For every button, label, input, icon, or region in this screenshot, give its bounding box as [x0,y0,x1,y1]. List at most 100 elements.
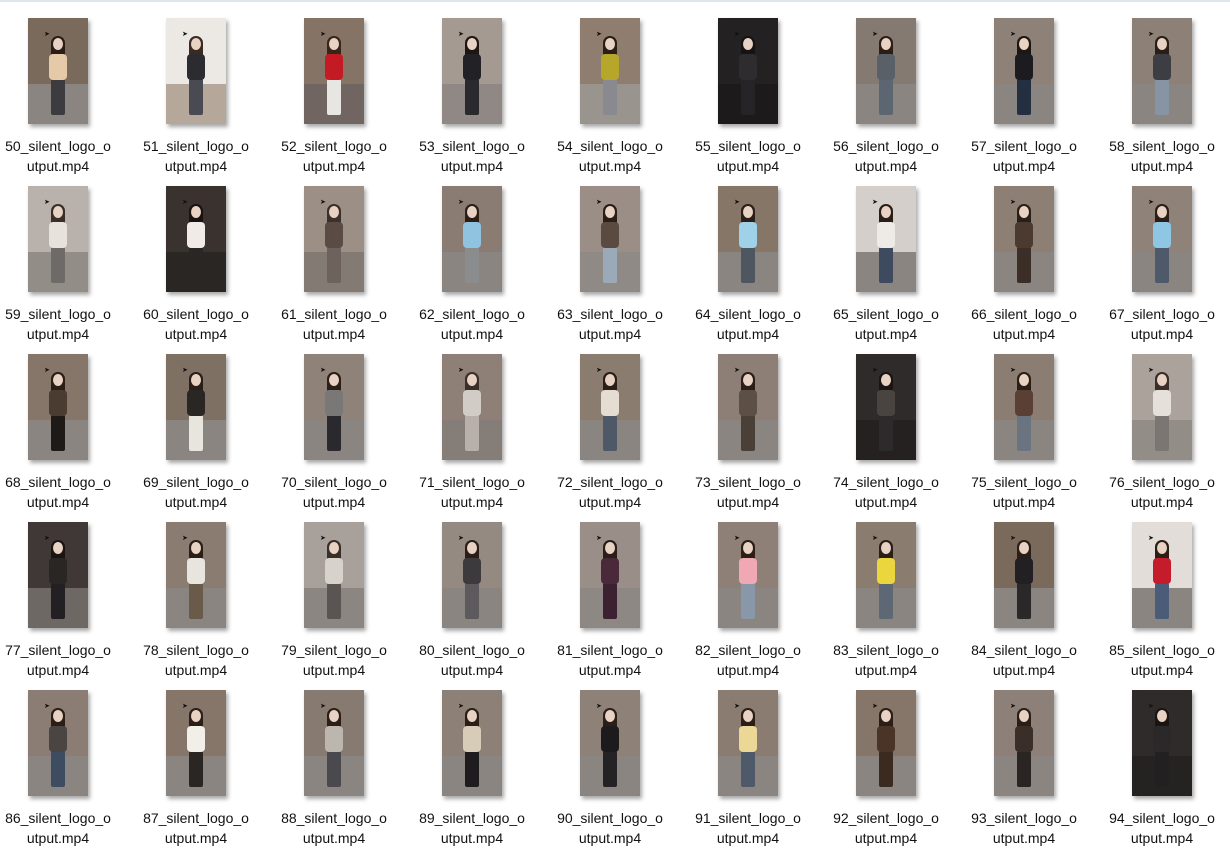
file-item[interactable]: ➤ 72_silent_logo_o utput.mp4 [545,336,675,510]
video-thumbnail[interactable]: ➤ [166,18,226,124]
video-thumbnail[interactable]: ➤ [856,354,916,460]
file-item[interactable]: ➤ 65_silent_logo_o utput.mp4 [821,168,951,342]
file-item[interactable]: ➤ 63_silent_logo_o utput.mp4 [545,168,675,342]
video-thumbnail[interactable]: ➤ [28,690,88,796]
video-thumbnail[interactable]: ➤ [856,690,916,796]
file-item[interactable]: ➤ 84_silent_logo_o utput.mp4 [959,504,1089,678]
video-thumbnail[interactable]: ➤ [304,690,364,796]
file-item[interactable]: ➤ 88_silent_logo_o utput.mp4 [269,672,399,846]
file-item[interactable]: ➤ 73_silent_logo_o utput.mp4 [683,336,813,510]
file-item[interactable]: ➤ 70_silent_logo_o utput.mp4 [269,336,399,510]
video-thumbnail[interactable]: ➤ [28,522,88,628]
video-thumbnail[interactable]: ➤ [856,522,916,628]
file-item[interactable]: ➤ 78_silent_logo_o utput.mp4 [131,504,261,678]
video-thumbnail[interactable]: ➤ [442,354,502,460]
video-thumbnail[interactable]: ➤ [994,354,1054,460]
video-thumbnail[interactable]: ➤ [856,18,916,124]
file-item[interactable]: ➤ 92_silent_logo_o utput.mp4 [821,672,951,846]
file-name[interactable]: 88_silent_logo_o utput.mp4 [269,808,399,848]
video-thumbnail[interactable]: ➤ [1132,354,1192,460]
file-item[interactable]: ➤ 52_silent_logo_o utput.mp4 [269,0,399,174]
file-item[interactable]: ➤ 55_silent_logo_o utput.mp4 [683,0,813,174]
file-item[interactable]: ➤ 90_silent_logo_o utput.mp4 [545,672,675,846]
file-item[interactable]: ➤ 50_silent_logo_o utput.mp4 [0,0,123,174]
video-thumbnail[interactable]: ➤ [1132,690,1192,796]
file-item[interactable]: ➤ 59_silent_logo_o utput.mp4 [0,168,123,342]
file-name[interactable]: 91_silent_logo_o utput.mp4 [683,808,813,848]
file-item[interactable]: ➤ 68_silent_logo_o utput.mp4 [0,336,123,510]
file-item[interactable]: ➤ 89_silent_logo_o utput.mp4 [407,672,537,846]
video-thumbnail[interactable]: ➤ [1132,18,1192,124]
file-item[interactable]: ➤ 71_silent_logo_o utput.mp4 [407,336,537,510]
video-thumbnail[interactable]: ➤ [166,690,226,796]
file-item[interactable]: ➤ 77_silent_logo_o utput.mp4 [0,504,123,678]
file-name[interactable]: 87_silent_logo_o utput.mp4 [131,808,261,848]
video-thumbnail[interactable]: ➤ [718,186,778,292]
file-item[interactable]: ➤ 86_silent_logo_o utput.mp4 [0,672,123,846]
file-name[interactable]: 86_silent_logo_o utput.mp4 [0,808,123,848]
file-item[interactable]: ➤ 58_silent_logo_o utput.mp4 [1097,0,1227,174]
file-item[interactable]: ➤ 61_silent_logo_o utput.mp4 [269,168,399,342]
file-item[interactable]: ➤ 56_silent_logo_o utput.mp4 [821,0,951,174]
video-thumbnail[interactable]: ➤ [442,522,502,628]
file-item[interactable]: ➤ 76_silent_logo_o utput.mp4 [1097,336,1227,510]
video-thumbnail[interactable]: ➤ [166,522,226,628]
video-thumbnail[interactable]: ➤ [580,186,640,292]
file-item[interactable]: ➤ 60_silent_logo_o utput.mp4 [131,168,261,342]
file-item[interactable]: ➤ 66_silent_logo_o utput.mp4 [959,168,1089,342]
file-name[interactable]: 89_silent_logo_o utput.mp4 [407,808,537,848]
file-item[interactable]: ➤ 67_silent_logo_o utput.mp4 [1097,168,1227,342]
video-thumbnail[interactable]: ➤ [166,186,226,292]
video-thumbnail[interactable]: ➤ [856,186,916,292]
video-thumbnail[interactable]: ➤ [580,354,640,460]
video-thumbnail[interactable]: ➤ [994,186,1054,292]
video-thumbnail[interactable]: ➤ [166,354,226,460]
video-thumbnail[interactable]: ➤ [28,18,88,124]
video-thumbnail[interactable]: ➤ [442,186,502,292]
video-thumbnail[interactable]: ➤ [994,690,1054,796]
video-thumbnail[interactable]: ➤ [28,354,88,460]
file-name[interactable]: 94_silent_logo_o utput.mp4 [1097,808,1227,848]
video-thumbnail[interactable]: ➤ [994,18,1054,124]
video-thumbnail[interactable]: ➤ [718,354,778,460]
video-thumbnail[interactable]: ➤ [304,354,364,460]
file-item[interactable]: ➤ 85_silent_logo_o utput.mp4 [1097,504,1227,678]
file-name[interactable]: 90_silent_logo_o utput.mp4 [545,808,675,848]
file-item[interactable]: ➤ 81_silent_logo_o utput.mp4 [545,504,675,678]
file-item[interactable]: ➤ 83_silent_logo_o utput.mp4 [821,504,951,678]
file-item[interactable]: ➤ 91_silent_logo_o utput.mp4 [683,672,813,846]
file-item[interactable]: ➤ 57_silent_logo_o utput.mp4 [959,0,1089,174]
video-thumbnail[interactable]: ➤ [304,522,364,628]
file-item[interactable]: ➤ 80_silent_logo_o utput.mp4 [407,504,537,678]
file-item[interactable]: ➤ 51_silent_logo_o utput.mp4 [131,0,261,174]
video-thumbnail[interactable]: ➤ [28,186,88,292]
video-thumbnail[interactable]: ➤ [442,18,502,124]
video-thumbnail[interactable]: ➤ [304,186,364,292]
file-item[interactable]: ➤ 93_silent_logo_o utput.mp4 [959,672,1089,846]
video-thumbnail[interactable]: ➤ [718,18,778,124]
file-name[interactable]: 93_silent_logo_o utput.mp4 [959,808,1089,848]
file-item[interactable]: ➤ 53_silent_logo_o utput.mp4 [407,0,537,174]
file-item[interactable]: ➤ 64_silent_logo_o utput.mp4 [683,168,813,342]
video-thumbnail[interactable]: ➤ [442,690,502,796]
file-item[interactable]: ➤ 74_silent_logo_o utput.mp4 [821,336,951,510]
file-item[interactable]: ➤ 54_silent_logo_o utput.mp4 [545,0,675,174]
video-thumbnail[interactable]: ➤ [1132,522,1192,628]
video-thumbnail[interactable]: ➤ [994,522,1054,628]
video-thumbnail[interactable]: ➤ [580,690,640,796]
file-item[interactable]: ➤ 82_silent_logo_o utput.mp4 [683,504,813,678]
file-item[interactable]: ➤ 75_silent_logo_o utput.mp4 [959,336,1089,510]
person-top [739,222,757,248]
video-thumbnail[interactable]: ➤ [1132,186,1192,292]
file-item[interactable]: ➤ 69_silent_logo_o utput.mp4 [131,336,261,510]
video-thumbnail[interactable]: ➤ [580,522,640,628]
file-name[interactable]: 92_silent_logo_o utput.mp4 [821,808,951,848]
video-thumbnail[interactable]: ➤ [580,18,640,124]
file-item[interactable]: ➤ 87_silent_logo_o utput.mp4 [131,672,261,846]
video-thumbnail[interactable]: ➤ [718,690,778,796]
file-item[interactable]: ➤ 94_silent_logo_o utput.mp4 [1097,672,1227,846]
file-item[interactable]: ➤ 79_silent_logo_o utput.mp4 [269,504,399,678]
file-item[interactable]: ➤ 62_silent_logo_o utput.mp4 [407,168,537,342]
video-thumbnail[interactable]: ➤ [718,522,778,628]
video-thumbnail[interactable]: ➤ [304,18,364,124]
